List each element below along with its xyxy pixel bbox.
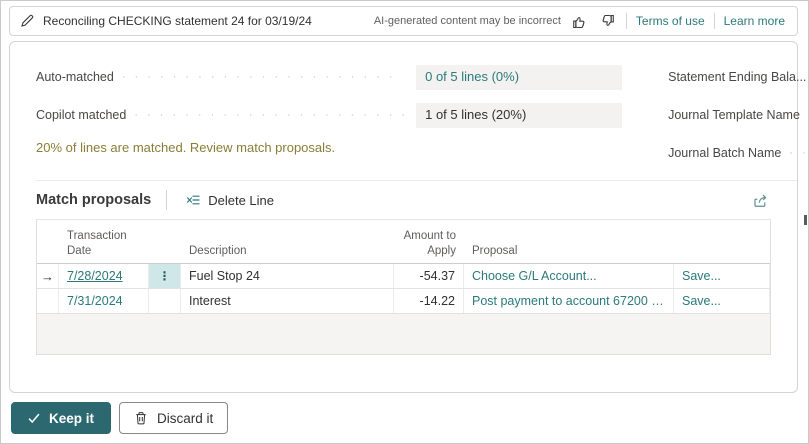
copilot-matched-label: Copilot matched <box>36 108 126 122</box>
dotted-leader <box>134 109 408 122</box>
thumbs-up-icon[interactable] <box>570 12 589 31</box>
save-link[interactable]: Save... <box>682 269 721 283</box>
checkmark-icon <box>28 413 40 424</box>
table-body: → 7/28/2024 ⋮ Fuel Stop 24 -54.37 Choose… <box>37 264 770 314</box>
ai-disclaimer: AI-generated content may be incorrect <box>374 15 561 27</box>
dotted-leader <box>122 71 408 84</box>
transaction-date-link[interactable]: 7/31/2024 <box>67 294 123 308</box>
row-options-icon[interactable]: ⋮ <box>159 270 171 282</box>
delete-line-button[interactable]: Delete Line <box>182 191 278 210</box>
scrollbar-thumb[interactable] <box>804 215 807 225</box>
table-header-row: Transaction Date Description Amount to A… <box>37 220 770 264</box>
proposal-link[interactable]: Post payment to account 67200 (I... <box>472 294 665 308</box>
row-options-cell[interactable]: ⋮ <box>149 264 181 288</box>
pencil-icon <box>20 14 34 28</box>
description-header: Description <box>181 244 394 258</box>
match-proposals-table: Transaction Date Description Amount to A… <box>36 219 771 355</box>
dotted-leader <box>789 147 809 160</box>
delete-line-label: Delete Line <box>208 193 274 208</box>
transaction-date-cell[interactable]: 7/28/2024 <box>59 264 149 288</box>
description-cell[interactable]: Fuel Stop 24 <box>181 264 394 288</box>
trash-icon <box>134 411 148 425</box>
amount-to-apply-header: Amount to Apply <box>394 229 464 258</box>
auto-matched-field: Auto-matched 0 of 5 lines (0%) <box>36 64 622 90</box>
match-proposals-title: Match proposals <box>36 192 151 208</box>
divider <box>166 190 167 210</box>
proposal-cell[interactable]: Choose G/L Account... <box>464 264 674 288</box>
learn-more-link[interactable]: Learn more <box>724 14 785 28</box>
transaction-date-link[interactable]: 7/28/2024 <box>67 269 123 283</box>
discard-it-button[interactable]: Discard it <box>119 402 228 434</box>
keep-it-button[interactable]: Keep it <box>11 402 111 434</box>
copilot-matched-value: 1 of 5 lines (20%) <box>416 103 622 128</box>
terms-of-use-link[interactable]: Terms of use <box>636 14 705 28</box>
save-cell[interactable]: Save... <box>674 289 770 313</box>
proposal-cell[interactable]: Post payment to account 67200 (I... <box>464 289 674 313</box>
current-row-arrow: → <box>41 269 54 284</box>
save-link[interactable]: Save... <box>682 294 721 308</box>
auto-matched-value: 0 of 5 lines (0%) <box>416 65 622 90</box>
proposal-header: Proposal <box>464 244 674 258</box>
discard-it-label: Discard it <box>157 411 213 426</box>
thumbs-down-icon[interactable] <box>598 12 617 31</box>
row-options-cell[interactable] <box>149 289 181 313</box>
amount-cell[interactable]: -54.37 <box>394 264 464 288</box>
divider <box>714 13 715 29</box>
journal-template-field: Journal Template Name GENERAL <box>668 102 809 128</box>
reconciliation-card: Auto-matched 0 of 5 lines (0%) Copilot m… <box>9 41 798 393</box>
transaction-date-cell[interactable]: 7/31/2024 <box>59 289 149 313</box>
keep-it-label: Keep it <box>49 411 94 426</box>
divider <box>626 13 627 29</box>
delete-line-icon <box>186 193 201 207</box>
journal-batch-label: Journal Batch Name <box>668 146 781 160</box>
description-cell[interactable]: Interest <box>181 289 394 313</box>
row-selector-cell[interactable] <box>37 289 59 313</box>
journal-batch-field: Journal Batch Name DEFAULT <box>668 140 809 166</box>
copilot-matched-field: Copilot matched 1 of 5 lines (20%) <box>36 102 622 128</box>
row-selector-cell[interactable]: → <box>37 264 59 288</box>
share-icon[interactable] <box>750 190 771 210</box>
table-row[interactable]: → 7/28/2024 ⋮ Fuel Stop 24 -54.37 Choose… <box>37 264 770 289</box>
save-cell[interactable]: Save... <box>674 264 770 288</box>
table-row[interactable]: 7/31/2024 Interest -14.22 Post payment t… <box>37 289 770 314</box>
statement-ending-balance-label: Statement Ending Bala... <box>668 70 806 84</box>
proposal-link[interactable]: Choose G/L Account... <box>472 269 597 283</box>
transaction-date-header: Transaction Date <box>59 229 149 258</box>
table-empty-area <box>37 314 770 354</box>
statement-ending-balance-field: Statement Ending Bala... <box>668 64 809 90</box>
page-title: Reconciling CHECKING statement 24 for 03… <box>43 14 312 28</box>
amount-cell[interactable]: -14.22 <box>394 289 464 313</box>
copilot-title-bar: Reconciling CHECKING statement 24 for 03… <box>9 6 798 36</box>
journal-template-label: Journal Template Name <box>668 108 800 122</box>
auto-matched-label: Auto-matched <box>36 70 114 84</box>
match-warning-text: 20% of lines are matched. Review match p… <box>36 140 622 155</box>
